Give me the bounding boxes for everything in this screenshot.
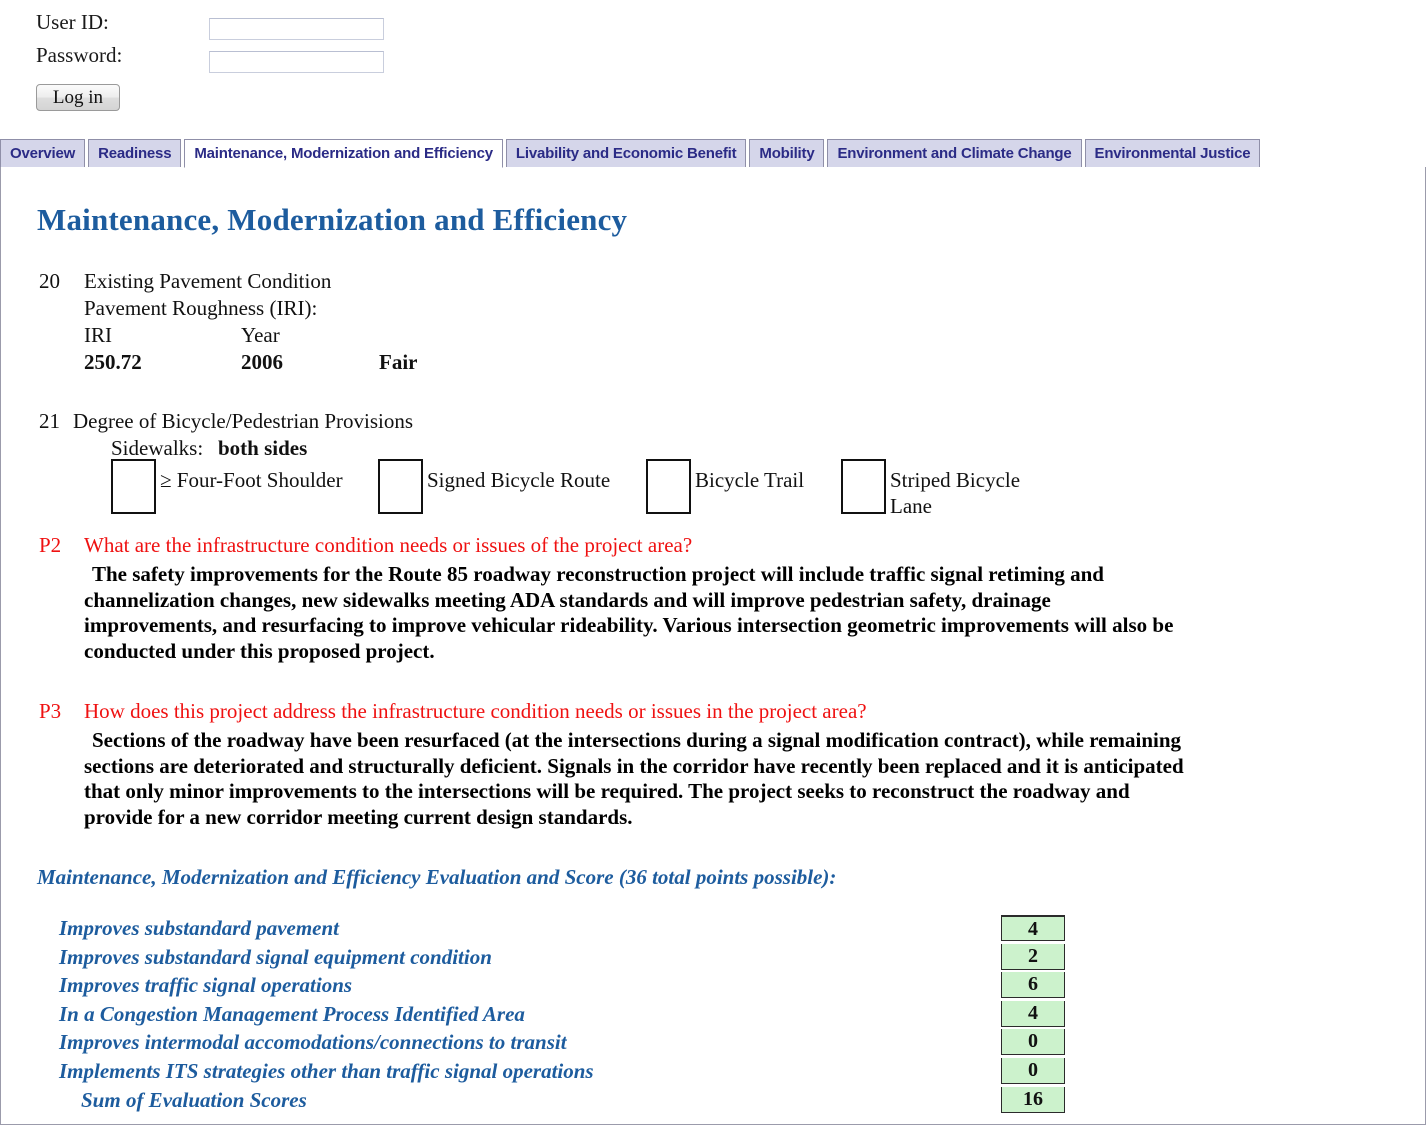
evaluation-criterion-score: 4 [1001, 1000, 1065, 1027]
checkbox-group-four-foot-shoulder: ≥ Four-Foot Shoulder [111, 459, 343, 514]
p3-answer-text[interactable]: Sections of the roadway have been resurf… [84, 728, 1194, 830]
question-21-bicycle-pedestrian-provisions: 21 Degree of Bicycle/Pedestrian Provisio… [1, 407, 1426, 527]
tab-overview[interactable]: Overview [0, 139, 86, 168]
year-value: 2006 [241, 350, 283, 374]
page-title: Maintenance, Modernization and Efficienc… [37, 202, 628, 237]
sidewalks-label: Sidewalks: [111, 436, 204, 460]
evaluation-criterion-score: 0 [1001, 1057, 1065, 1084]
evaluation-criterion-label: Improves traffic signal operations [59, 973, 353, 998]
evaluation-row: Improves substandard signal equipment co… [1, 943, 1426, 973]
evaluation-score-table: Improves substandard pavement 4 Improves s… [1, 915, 1426, 1115]
p2-question-text: What are the infrastructure condition ne… [84, 533, 693, 557]
evaluation-row: Implements ITS strategies other than tra… [1, 1057, 1426, 1087]
question-20-subtitle: Pavement Roughness (IRI): [84, 296, 318, 320]
sidewalks-value: both sides [218, 436, 308, 460]
checkbox-bicycle-trail[interactable] [646, 459, 691, 514]
tab-environment-and-climate-change[interactable]: Environment and Climate Change [827, 139, 1082, 168]
checkbox-group-bicycle-trail: Bicycle Trail [646, 459, 804, 514]
evaluation-criterion-label: Implements ITS strategies other than tra… [59, 1058, 594, 1083]
checkbox-label-bicycle-trail: Bicycle Trail [695, 468, 805, 492]
tab-environmental-justice[interactable]: Environmental Justice [1084, 139, 1261, 168]
evaluation-total-label: Sum of Evaluation Scores [81, 1087, 307, 1112]
question-20-number: 20 [39, 269, 60, 293]
evaluation-criterion-score: 2 [1001, 943, 1065, 970]
year-column-header: Year [241, 323, 280, 347]
iri-column-header: IRI [84, 323, 112, 347]
evaluation-criterion-score: 4 [1001, 915, 1065, 941]
evaluation-criterion-label: Improves substandard pavement [59, 916, 340, 940]
tab-livability-and-economic-benefit[interactable]: Livability and Economic Benefit [505, 139, 747, 168]
userid-input[interactable] [209, 18, 384, 40]
p2-answer-text[interactable]: The safety improvements for the Route 85… [84, 562, 1189, 664]
log-in-button[interactable]: Log in [36, 84, 120, 111]
content-panel: Maintenance, Modernization and Efficienc… [0, 167, 1426, 1125]
userid-label: User ID: [36, 10, 109, 34]
evaluation-criterion-label: Improves substandard signal equipment co… [59, 944, 492, 969]
evaluation-total-score: 16 [1001, 1086, 1065, 1113]
evaluation-criterion-score: 0 [1001, 1029, 1065, 1056]
evaluation-row: Improves substandard pavement 4 [1, 915, 1426, 944]
tab-mobility[interactable]: Mobility [749, 139, 825, 168]
question-20-title: Existing Pavement Condition [84, 269, 332, 293]
p3-question-text: How does this project address the infras… [84, 699, 867, 723]
checkbox-group-signed-bicycle-route: Signed Bicycle Route [378, 459, 610, 514]
checkbox-label-striped-bicycle-lane: Striped Bicycle Lane [890, 468, 1021, 518]
tab-bar: Overview Readiness Maintenance, Modernizat… [0, 139, 1426, 168]
evaluation-criterion-score: 6 [1001, 972, 1065, 999]
evaluation-criterion-label: In a Congestion Management Process Ident… [59, 1001, 525, 1026]
pavement-rating-value: Fair [379, 350, 418, 374]
evaluation-row: Improves intermodal accomodations/connec… [1, 1029, 1426, 1058]
login-form: User ID: Password: Log in [0, 0, 1426, 128]
evaluation-criterion-label: Improves intermodal accomodations/connec… [59, 1030, 567, 1055]
password-input[interactable] [209, 51, 384, 73]
password-label: Password: [36, 43, 123, 67]
tab-readiness[interactable]: Readiness [88, 139, 182, 168]
tab-maintenance-modernization-and-efficiency[interactable]: Maintenance, Modernization and Efficienc… [184, 139, 503, 168]
checkbox-label-signed-bicycle-route: Signed Bicycle Route [427, 468, 611, 492]
checkbox-four-foot-shoulder[interactable] [111, 459, 156, 514]
checkbox-group-striped-bicycle-lane: Striped Bicycle Lane [841, 459, 1040, 519]
evaluation-heading: Maintenance, Modernization and Efficienc… [37, 865, 837, 889]
p3-code: P3 [39, 699, 62, 723]
checkbox-label-four-foot-shoulder: ≥ Four-Foot Shoulder [160, 468, 343, 492]
checkbox-signed-bicycle-route[interactable] [378, 459, 423, 514]
checkbox-striped-bicycle-lane[interactable] [841, 459, 886, 514]
question-21-title: Degree of Bicycle/Pedestrian Provisions [73, 409, 413, 433]
p2-code: P2 [39, 533, 62, 557]
evaluation-row: Sum of Evaluation Scores 16 [1, 1086, 1426, 1116]
question-21-number: 21 [39, 409, 60, 433]
evaluation-row: In a Congestion Management Process Ident… [1, 1000, 1426, 1030]
evaluation-row: Improves traffic signal operations 6 [1, 972, 1426, 1001]
iri-value: 250.72 [84, 350, 142, 374]
